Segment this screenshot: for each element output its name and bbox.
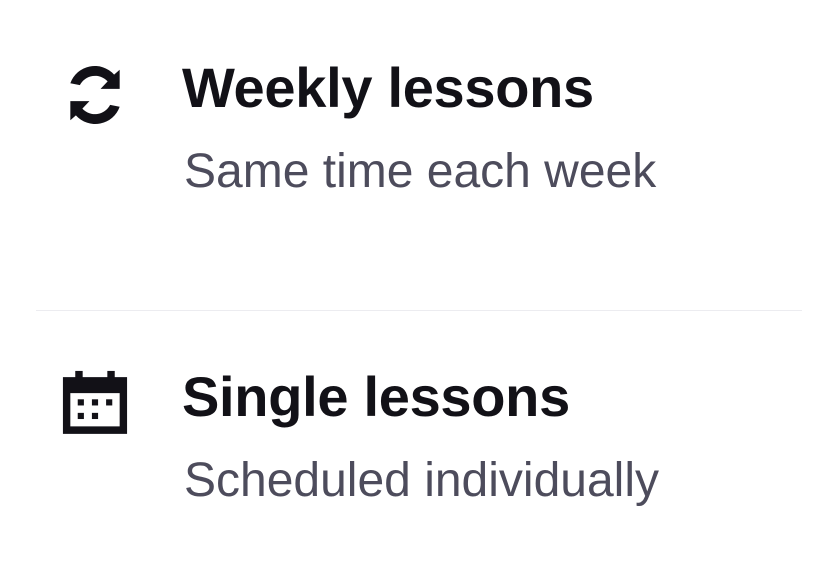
option-subtitle: Scheduled individually <box>184 454 659 507</box>
calendar-icon <box>62 370 128 434</box>
lesson-type-list: Weekly lessons Same time each week Singl… <box>0 0 838 576</box>
refresh-icon <box>70 65 120 125</box>
option-title: Weekly lessons <box>182 56 594 119</box>
option-single-lessons[interactable]: Single lessons Scheduled individually <box>0 311 838 576</box>
option-title: Single lessons <box>182 365 570 428</box>
option-subtitle: Same time each week <box>184 145 657 198</box>
option-weekly-lessons[interactable]: Weekly lessons Same time each week <box>0 0 838 310</box>
